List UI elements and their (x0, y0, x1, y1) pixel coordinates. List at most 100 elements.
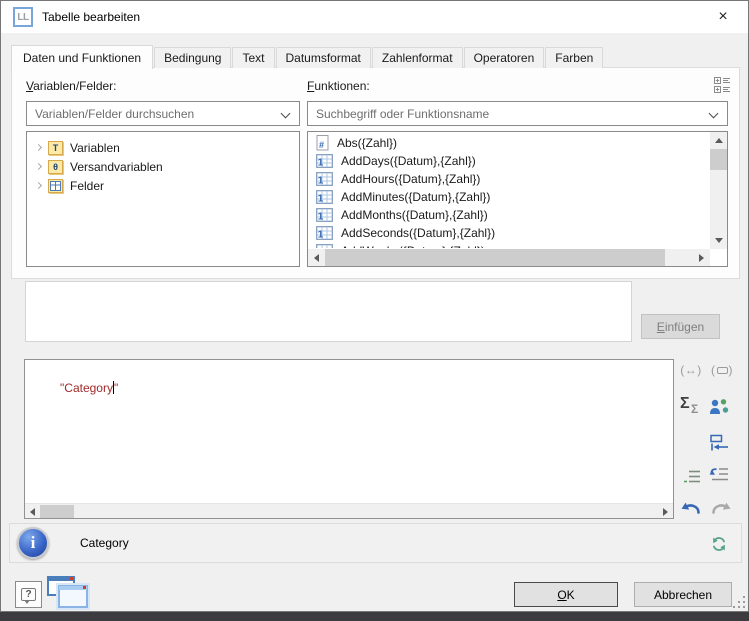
window-front-icon (58, 585, 88, 608)
date-function-icon: 1 (316, 190, 333, 204)
svg-text:1: 1 (318, 212, 324, 223)
variables-search-input[interactable] (27, 107, 299, 121)
cancel-button[interactable]: Abbrechen (634, 582, 732, 607)
revert-format-button[interactable] (707, 464, 731, 484)
undo-icon (680, 499, 702, 515)
tab-strip: Daten und Funktionen Bedingung Text Datu… (11, 45, 604, 68)
help-icon: ? (21, 588, 36, 601)
formula-editor[interactable]: "Category" (24, 359, 674, 519)
functions-list-rows: # Abs({Zahl}) 1 AddDays({Datum},{Zahl}) (309, 134, 709, 248)
svg-text:1: 1 (318, 248, 324, 249)
fields-icon (48, 179, 63, 193)
functions-list: # Abs({Zahl}) 1 AddDays({Datum},{Zahl}) (307, 131, 728, 267)
variables-search-combo (26, 101, 300, 126)
parentheses-wrap-button[interactable]: (↔) (678, 361, 704, 378)
sigma-icon: Σ (680, 396, 690, 412)
svg-text:1: 1 (318, 176, 324, 187)
close-icon[interactable]: × (706, 1, 740, 33)
scroll-left-icon[interactable] (308, 249, 325, 266)
sigma-sub-icon: Σ (691, 403, 698, 415)
insert-field-button[interactable] (708, 432, 730, 454)
parentheses-field-icon: () (711, 363, 733, 377)
scroll-right-icon[interactable] (693, 249, 710, 266)
vertical-scrollbar[interactable] (710, 132, 727, 249)
group-view-icon (714, 77, 731, 94)
date-function-icon: 1 (316, 208, 333, 222)
refresh-icon (711, 536, 727, 552)
outline-lines-button[interactable] (682, 468, 702, 485)
status-bar: i Category (9, 523, 742, 563)
resize-grip[interactable] (732, 595, 745, 608)
function-item-addweeks[interactable]: 1 AddWeeks({Datum},{Zahl}) (309, 242, 709, 248)
outline-lines-icon (683, 469, 701, 484)
expander-icon[interactable] (35, 182, 42, 189)
formula-text: "Category" (40, 367, 118, 409)
tab-page-daten-und-funktionen: Variablen/Felder: T Variablen θ Versandv… (11, 67, 740, 279)
expander-icon[interactable] (35, 163, 42, 170)
formula-scroll-thumb[interactable] (40, 505, 74, 518)
function-item-addseconds[interactable]: 1 AddSeconds({Datum},{Zahl}) (309, 224, 709, 242)
insert-field-icon (709, 433, 729, 453)
title-bar: LL Tabelle bearbeiten × (1, 1, 748, 33)
tab-bedingung[interactable]: Bedingung (154, 47, 231, 68)
help-button[interactable]: ? (15, 581, 42, 608)
date-function-icon: 1 (316, 172, 333, 186)
ok-button[interactable]: OK (514, 582, 618, 607)
functions-search-input[interactable] (308, 107, 727, 121)
variables-tree: T Variablen θ Versandvariablen Felder (26, 131, 300, 267)
svg-text:1: 1 (318, 230, 324, 241)
status-text: Category (80, 536, 129, 550)
function-item-addminutes[interactable]: 1 AddMinutes({Datum},{Zahl}) (309, 188, 709, 206)
tab-farben[interactable]: Farben (545, 47, 603, 68)
svg-text:1: 1 (318, 194, 324, 205)
redo-button[interactable] (709, 497, 733, 516)
formula-horizontal-scrollbar[interactable] (25, 503, 673, 518)
function-item-addmonths[interactable]: 1 AddMonths({Datum},{Zahl}) (309, 206, 709, 224)
undo-lines-icon (708, 465, 730, 483)
date-function-icon: 1 (316, 226, 333, 240)
function-description-box (25, 281, 632, 342)
tree-item-felder[interactable]: Felder (27, 176, 299, 195)
function-item-adddays[interactable]: 1 AddDays({Datum},{Zahl}) (309, 152, 709, 170)
svg-text:1: 1 (318, 158, 324, 169)
dialog-window: LL Tabelle bearbeiten × Daten und Funkti… (0, 0, 749, 612)
info-icon: i (17, 527, 49, 559)
tree-item-variablen[interactable]: T Variablen (27, 138, 299, 157)
group-view-toggle-button[interactable] (712, 75, 732, 95)
horizontal-scroll-thumb[interactable] (325, 249, 665, 266)
expander-icon[interactable] (35, 144, 42, 151)
parentheses-field-button[interactable]: () (708, 361, 736, 378)
app-logo-icon: LL (13, 7, 33, 27)
window-title: Tabelle bearbeiten (42, 10, 140, 24)
tab-zahlenformat[interactable]: Zahlenformat (372, 47, 463, 68)
functions-label: Funktionen: (307, 79, 370, 93)
parentheses-arrow-icon: (↔) (680, 363, 702, 377)
refresh-button[interactable] (710, 535, 728, 553)
tab-text[interactable]: Text (232, 47, 274, 68)
insert-button[interactable]: Einfügen (641, 314, 720, 339)
variable-icon: T (48, 141, 63, 155)
people-data-button[interactable] (708, 397, 730, 417)
tree-item-versandvariablen[interactable]: θ Versandvariablen (27, 157, 299, 176)
scroll-up-icon[interactable] (710, 132, 727, 149)
scroll-left-icon[interactable] (25, 504, 40, 519)
function-item-abs[interactable]: # Abs({Zahl}) (309, 134, 709, 152)
tab-datumsformat[interactable]: Datumsformat (276, 47, 371, 68)
horizontal-scrollbar[interactable] (308, 249, 710, 266)
vertical-scroll-thumb[interactable] (710, 149, 727, 170)
undo-button[interactable] (679, 497, 703, 516)
tab-daten-und-funktionen[interactable]: Daten und Funktionen (11, 45, 153, 69)
shipping-variable-icon: θ (48, 160, 63, 174)
number-function-icon: # (316, 135, 329, 151)
function-item-addhours[interactable]: 1 AddHours({Datum},{Zahl}) (309, 170, 709, 188)
redo-icon (710, 499, 732, 515)
scroll-down-icon[interactable] (710, 232, 727, 249)
variables-label: Variablen/Felder: (26, 79, 117, 93)
sum-function-button[interactable]: Σ Σ (680, 396, 706, 420)
cascade-windows-button[interactable] (47, 576, 91, 613)
date-function-icon: 1 (316, 244, 333, 248)
scroll-right-icon[interactable] (658, 504, 673, 519)
functions-search-combo (307, 101, 728, 126)
tab-operatoren[interactable]: Operatoren (464, 47, 545, 68)
svg-text:#: # (319, 140, 324, 150)
